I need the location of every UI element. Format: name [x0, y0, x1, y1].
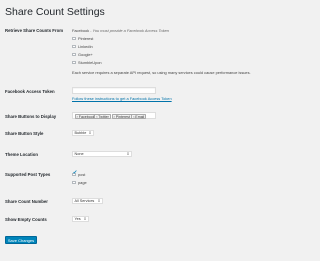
- chevron-updown-icon: ⇕: [97, 198, 101, 203]
- settings-page: Share Count Settings Retrieve Share Coun…: [0, 0, 300, 261]
- post-option-label: post: [78, 172, 86, 177]
- button-style-select[interactable]: Bubble ⇕: [72, 129, 94, 136]
- page-title: Share Count Settings: [5, 6, 105, 18]
- stumbleupon-option-label: StumbleUpon: [78, 60, 102, 65]
- access-token-input[interactable]: [72, 87, 156, 94]
- page-option-label: page: [78, 180, 87, 185]
- chevron-updown-icon: ⇕: [126, 151, 130, 156]
- googleplus-checkbox[interactable]: [72, 52, 76, 57]
- post-types-label: Supported Post Types: [5, 172, 51, 177]
- facebook-note: Facebook - You must provide a Facebook A…: [72, 28, 169, 33]
- chevron-updown-icon: ⇕: [88, 130, 92, 135]
- post-checkbox[interactable]: ✔: [72, 169, 78, 177]
- access-token-instructions-link[interactable]: Follow these instructions to get a Faceb…: [72, 96, 172, 101]
- chevron-updown-icon: ⇕: [83, 216, 87, 221]
- googleplus-option-label: Google+: [78, 52, 93, 57]
- theme-location-select[interactable]: None ⇕: [72, 150, 132, 157]
- share-count-number-select[interactable]: All Services ⇕: [72, 197, 103, 204]
- show-empty-counts-label: Show Empty Counts: [5, 217, 47, 222]
- pinterest-option-label: Pinterest: [78, 36, 94, 41]
- pinterest-checkbox[interactable]: [72, 36, 76, 41]
- share-buttons-select[interactable]: ×Facebook ×Twitter ×Pinterest ×Email: [72, 112, 156, 119]
- page-checkbox[interactable]: [72, 180, 76, 185]
- tag-email[interactable]: ×Email: [131, 114, 147, 119]
- save-changes-button[interactable]: Save Changes: [5, 236, 37, 244]
- share-count-number-label: Share Count Number: [5, 199, 48, 204]
- linkedin-checkbox[interactable]: [72, 44, 76, 49]
- stumbleupon-checkbox[interactable]: [72, 60, 76, 65]
- services-help-text: Each service requires a separate API req…: [72, 70, 251, 75]
- access-token-label: Facebook Access Token: [5, 89, 55, 94]
- tag-twitter[interactable]: ×Twitter: [94, 114, 111, 119]
- facebook-note-text: - You must provide a Facebook Access Tok…: [89, 28, 169, 33]
- facebook-note-name: Facebook: [72, 28, 90, 33]
- button-style-label: Share Button Style: [5, 131, 44, 136]
- theme-location-label: Theme Location: [5, 152, 38, 157]
- retrieve-counts-label: Retrieve Share Counts From: [5, 28, 64, 33]
- share-buttons-label: Share Buttons to Display: [5, 114, 57, 119]
- tag-pinterest[interactable]: ×Pinterest: [111, 114, 132, 119]
- show-empty-counts-select[interactable]: Yes ⇕: [72, 215, 89, 222]
- linkedin-option-label: LinkedIn: [78, 44, 93, 49]
- checkmark-icon: ✔: [72, 169, 78, 176]
